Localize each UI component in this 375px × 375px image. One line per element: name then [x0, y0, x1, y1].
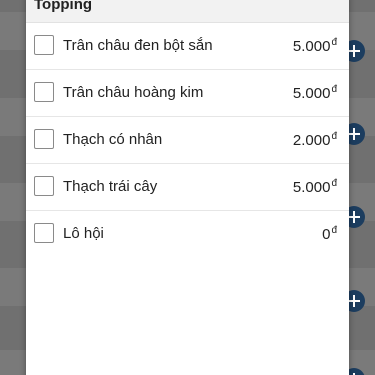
topping-item[interactable]: Thạch có nhân 2.000đ	[26, 117, 349, 164]
topping-checkbox[interactable]	[34, 82, 54, 102]
price-value: 0	[322, 226, 331, 243]
topping-name: Lô hội	[63, 225, 104, 242]
currency-symbol: đ	[331, 131, 337, 142]
price-value: 5.000	[292, 85, 331, 102]
price-value: 5.000	[292, 38, 331, 55]
topping-dialog: Topping Trân châu đen bột sắn 5.000đ Trâ…	[26, 0, 349, 375]
topping-checkbox[interactable]	[34, 35, 54, 55]
topping-checkbox[interactable]	[34, 129, 54, 149]
topping-item[interactable]: Thạch trái cây 5.000đ	[26, 164, 349, 211]
topping-price: 2.000đ	[293, 131, 337, 149]
topping-price: 5.000đ	[293, 84, 337, 102]
currency-symbol: đ	[331, 37, 337, 48]
currency-symbol: đ	[331, 84, 337, 95]
topping-list: Trân châu đen bột sắn 5.000đ Trân châu h…	[26, 23, 349, 257]
topping-item[interactable]: Trân châu hoàng kim 5.000đ	[26, 70, 349, 117]
currency-symbol: đ	[331, 178, 337, 189]
topping-price: 0đ	[322, 225, 337, 243]
topping-checkbox[interactable]	[34, 176, 54, 196]
topping-name: Trân châu hoàng kim	[63, 84, 204, 101]
topping-item[interactable]: Trân châu đen bột sắn 5.000đ	[26, 23, 349, 70]
price-value: 5.000	[292, 179, 331, 196]
currency-symbol: đ	[331, 225, 337, 236]
topping-name: Trân châu đen bột sắn	[63, 37, 213, 54]
topping-name: Thạch trái cây	[63, 178, 158, 195]
dialog-header: Topping	[26, 0, 349, 23]
topping-name: Thạch có nhân	[63, 131, 163, 148]
topping-checkbox[interactable]	[34, 223, 54, 243]
dialog-title: Topping	[34, 0, 93, 13]
price-value: 2.000	[292, 132, 331, 149]
topping-price: 5.000đ	[293, 178, 337, 196]
topping-item[interactable]: Lô hội 0đ	[26, 211, 349, 257]
topping-price: 5.000đ	[293, 37, 337, 55]
